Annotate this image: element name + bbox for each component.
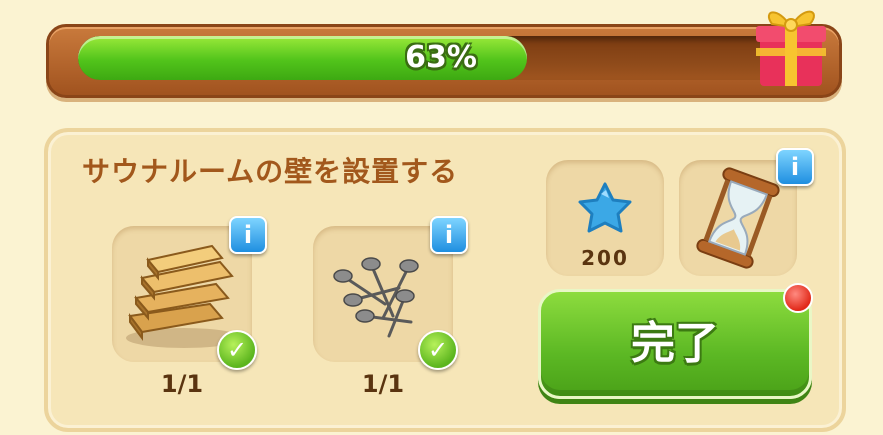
gift-box-icon[interactable] — [748, 0, 832, 90]
quest-title: サウナルームの壁を設置する — [82, 155, 459, 188]
nails-check-icon: ✓ — [418, 330, 458, 370]
notification-dot-icon — [783, 283, 813, 313]
blue-star-icon — [578, 182, 632, 233]
nails-count: 1/1 — [361, 370, 405, 398]
wood-check-icon: ✓ — [217, 330, 257, 370]
complete-button[interactable]: 完了 — [538, 289, 812, 399]
wood-count: 1/1 — [160, 370, 204, 398]
wood-info-button[interactable]: i — [229, 216, 267, 254]
progress-percent-label: 63% — [405, 40, 477, 75]
hourglass-info-button[interactable]: i — [776, 148, 814, 186]
stars-amount: 200 — [581, 246, 629, 270]
complete-button-label: 完了 — [631, 318, 719, 369]
nails-info-button[interactable]: i — [430, 216, 468, 254]
